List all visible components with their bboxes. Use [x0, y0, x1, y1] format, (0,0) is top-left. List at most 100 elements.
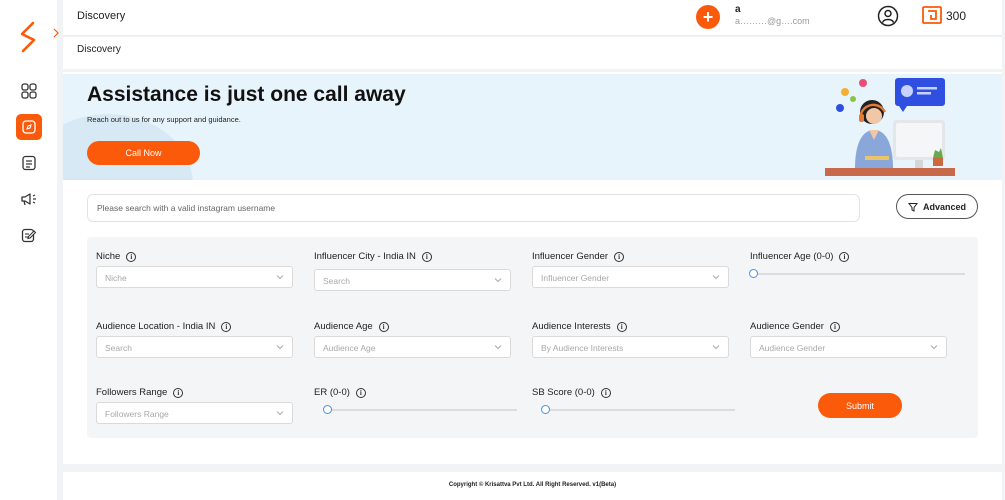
- breadcrumb-bar: Discovery: [63, 37, 1002, 69]
- breadcrumb[interactable]: Discovery: [77, 44, 121, 55]
- er-slider[interactable]: [323, 405, 517, 414]
- page-title: Discovery: [77, 10, 126, 22]
- discovery-icon: [22, 120, 36, 134]
- submit-button[interactable]: Submit: [818, 393, 902, 418]
- filter-label-niche: Niche i: [96, 251, 137, 262]
- nav-item-edit[interactable]: [16, 222, 42, 248]
- audience-location-placeholder: Search: [105, 343, 132, 353]
- credit-icon[interactable]: [922, 6, 942, 24]
- advanced-label: Advanced: [922, 201, 966, 212]
- label-text: Influencer Age (0-0): [750, 251, 834, 262]
- info-icon[interactable]: i: [126, 251, 137, 262]
- audience-gender-select[interactable]: Audience Gender: [750, 336, 947, 358]
- info-icon[interactable]: i: [614, 251, 625, 262]
- slider-track: [750, 273, 965, 275]
- label-text: Audience Gender: [750, 321, 824, 332]
- audience-interests-select[interactable]: By Audience Interests: [532, 336, 729, 358]
- nav-item-campaigns[interactable]: [16, 186, 42, 212]
- banner-subtitle: Reach out to us for any support and guid…: [87, 115, 241, 124]
- followers-range-select[interactable]: Followers Range: [96, 402, 293, 424]
- niche-select[interactable]: Niche: [96, 266, 293, 288]
- info-icon[interactable]: i: [600, 387, 611, 398]
- info-icon[interactable]: i: [173, 387, 184, 398]
- info-icon[interactable]: i: [839, 251, 850, 262]
- chevron-down-icon: [276, 275, 284, 280]
- chevron-down-icon: [712, 345, 720, 350]
- filter-panel: Niche i Niche Influencer City - India IN…: [87, 237, 978, 438]
- filter-label-influencer-gender: Influencer Gender i: [532, 251, 625, 262]
- sb-score-slider[interactable]: [541, 405, 735, 414]
- niche-placeholder: Niche: [105, 273, 127, 283]
- support-banner: Assistance is just one call away Reach o…: [63, 74, 1002, 180]
- label-text: Influencer Gender: [532, 251, 609, 262]
- megaphone-icon: [21, 193, 36, 206]
- plus-icon: +: [702, 7, 714, 27]
- sidebar: [0, 0, 59, 500]
- label-text: Audience Location - India IN: [96, 321, 216, 332]
- label-text: SB Score (0-0): [532, 387, 595, 398]
- influencer-gender-placeholder: Influencer Gender: [541, 273, 610, 283]
- audience-age-select[interactable]: Audience Age: [314, 336, 511, 358]
- audience-interests-placeholder: By Audience Interests: [541, 343, 624, 353]
- chevron-down-icon: [276, 345, 284, 350]
- chevron-right-icon[interactable]: [51, 27, 61, 39]
- slider-handle[interactable]: [749, 269, 758, 278]
- search-box[interactable]: [87, 194, 860, 222]
- influencer-city-placeholder: Search: [323, 276, 350, 286]
- footer: Copyright © Krisattva Pvt Ltd. All Right…: [63, 472, 1002, 500]
- info-icon[interactable]: i: [378, 321, 389, 332]
- audience-age-placeholder: Audience Age: [323, 343, 376, 353]
- influencer-age-slider[interactable]: [749, 269, 965, 278]
- filter-label-audience-gender: Audience Gender i: [750, 321, 840, 332]
- logo-icon[interactable]: [16, 20, 40, 54]
- top-header: Discovery + a a………@g….com 300: [63, 0, 1002, 36]
- slider-handle[interactable]: [541, 405, 550, 414]
- chevron-down-icon: [712, 275, 720, 280]
- info-icon[interactable]: i: [421, 251, 432, 262]
- label-text: ER (0-0): [314, 387, 350, 398]
- chevron-down-icon: [276, 411, 284, 416]
- instagram-username-search-input[interactable]: [97, 203, 837, 213]
- slider-handle[interactable]: [323, 405, 332, 414]
- advanced-filter-button[interactable]: Advanced: [896, 194, 978, 219]
- slider-track: [324, 409, 517, 411]
- filter-icon: [907, 202, 918, 212]
- nav-item-documents[interactable]: [16, 150, 42, 176]
- slider-track: [542, 409, 735, 411]
- add-button[interactable]: +: [696, 5, 720, 29]
- call-now-button[interactable]: Call Now: [87, 141, 200, 165]
- info-icon[interactable]: i: [355, 387, 366, 398]
- credit-count: 300: [946, 9, 967, 23]
- influencer-gender-select[interactable]: Influencer Gender: [532, 266, 729, 288]
- document-icon: [22, 155, 36, 171]
- info-icon[interactable]: i: [616, 321, 627, 332]
- filter-label-influencer-age: Influencer Age (0-0) i: [750, 251, 850, 262]
- label-text: Influencer City - India IN: [314, 251, 416, 262]
- influencer-city-select[interactable]: Search: [314, 269, 511, 291]
- filter-label-sb-score: SB Score (0-0) i: [532, 387, 611, 398]
- filter-label-er: ER (0-0) i: [314, 387, 366, 398]
- filter-label-audience-interests: Audience Interests i: [532, 321, 627, 332]
- support-agent-illustration: [825, 78, 955, 176]
- chevron-down-icon: [494, 278, 502, 283]
- filter-label-audience-location: Audience Location - India IN i: [96, 321, 232, 332]
- filter-label-audience-age: Audience Age i: [314, 321, 389, 332]
- info-icon[interactable]: i: [221, 321, 232, 332]
- audience-gender-placeholder: Audience Gender: [759, 343, 826, 353]
- label-text: Audience Age: [314, 321, 373, 332]
- copyright-text: Copyright © Krisattva Pvt Ltd. All Right…: [448, 482, 617, 488]
- audience-location-select[interactable]: Search: [96, 336, 293, 358]
- label-text: Audience Interests: [532, 321, 611, 332]
- nav-item-discovery[interactable]: [16, 114, 42, 140]
- chevron-down-icon: [930, 345, 938, 350]
- user-name: a: [735, 4, 741, 15]
- label-text: Niche: [96, 251, 121, 262]
- label-text: Followers Range: [96, 387, 168, 398]
- main-content: Assistance is just one call away Reach o…: [63, 72, 1002, 464]
- nav-item-dashboard[interactable]: [16, 78, 42, 104]
- banner-title: Assistance is just one call away: [87, 83, 406, 106]
- info-icon[interactable]: i: [829, 321, 840, 332]
- filter-label-followers-range: Followers Range i: [96, 387, 184, 398]
- user-circle-icon[interactable]: [877, 5, 899, 27]
- user-email: a………@g….com: [735, 16, 810, 26]
